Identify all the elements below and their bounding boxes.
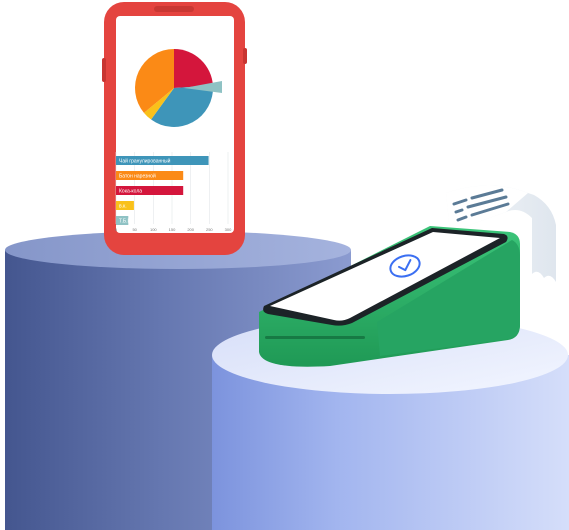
bar-label: в.к. — [119, 203, 127, 209]
phone: 0 50 100 150 200 250 300Чай гранулированныйБат… — [102, 2, 247, 255]
tick-label: 200 — [187, 227, 194, 232]
bar-label: Чай гранулированный — [119, 157, 171, 164]
bar-label: Кока-кола — [119, 188, 142, 194]
bar-label: Батон нарезной — [119, 172, 156, 179]
tick-label: 150 — [169, 227, 176, 232]
illustration: 0 50 100 150 200 250 300Чай гранулированныйБат… — [5, 2, 569, 530]
tick-label: 300 — [225, 227, 232, 232]
tick-label: 250 — [206, 227, 213, 232]
tick-label: 50 — [132, 227, 137, 232]
tick-label: 100 — [150, 227, 157, 232]
bar-label: Т.Б.И — [119, 218, 132, 224]
